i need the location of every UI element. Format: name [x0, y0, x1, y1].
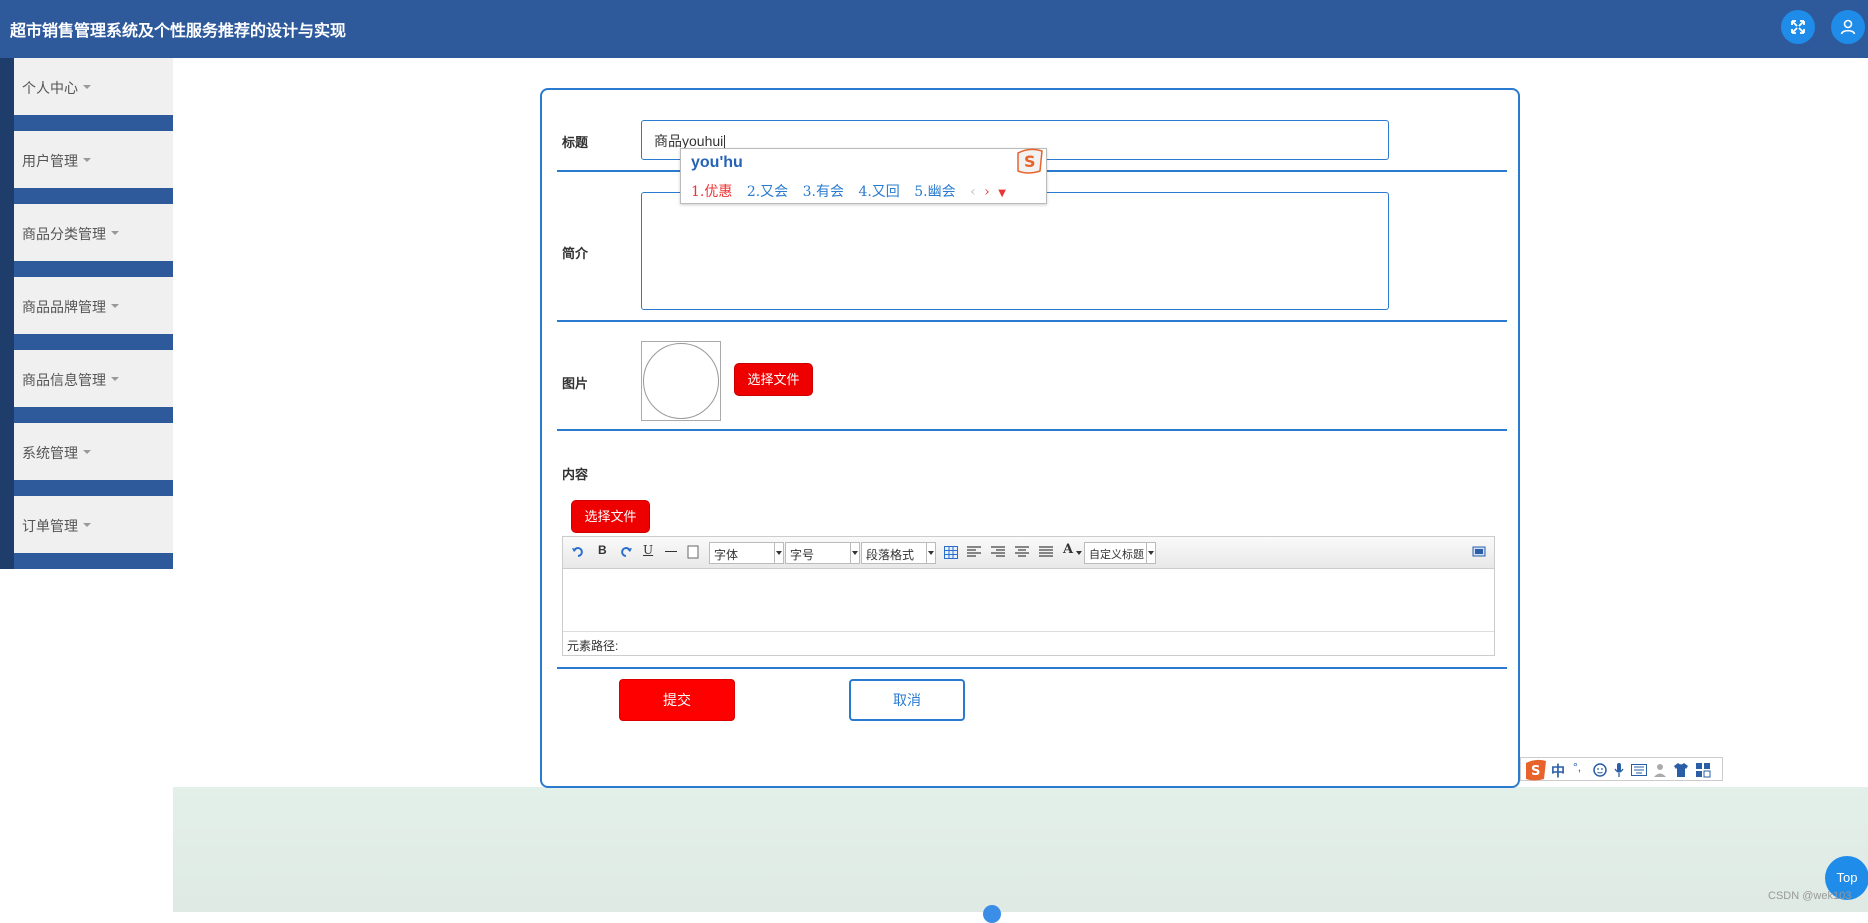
divider	[557, 667, 1507, 669]
caret-down-icon	[111, 231, 119, 236]
ime-logo-icon[interactable]: S	[1523, 758, 1549, 782]
caret-down-icon	[83, 85, 91, 90]
title-input-value: 商品youhui	[654, 133, 724, 149]
sidebar: 个人中心 用户管理 商品分类管理 商品品牌管理 商品信息管理 系统管理 订单管理	[0, 58, 173, 569]
microphone-icon[interactable]	[1613, 762, 1625, 778]
paragraph-format-select-value: 段落格式	[866, 548, 915, 562]
ime-candidate[interactable]: 5.幽会	[914, 184, 955, 200]
sidebar-item-label: 商品分类管理	[22, 226, 106, 242]
intro-textarea[interactable]	[641, 192, 1389, 310]
ime-candidate[interactable]: 4.又回	[858, 184, 899, 200]
font-color-dropdown-icon[interactable]	[1076, 551, 1082, 555]
ime-candidate[interactable]: 1.优惠	[691, 184, 732, 200]
ime-pinyin: you'hu	[691, 154, 743, 171]
watermark: CSDN @wek103	[1768, 890, 1852, 902]
ime-candidate-list: 1.优惠 2.又会 3.有会 4.又回 5.幽会 ‹ › ▼	[691, 181, 1006, 201]
sidebar-item-label: 系统管理	[22, 445, 78, 461]
sidebar-item-label: 商品品牌管理	[22, 299, 106, 315]
image-placeholder-icon	[643, 343, 719, 419]
sidebar-item-system-management[interactable]: 系统管理	[0, 423, 173, 496]
svg-text:S: S	[1531, 764, 1540, 779]
image-preview	[641, 341, 721, 421]
ime-chinese-mode[interactable]: 中	[1551, 761, 1565, 781]
blank-page-icon[interactable]	[687, 545, 699, 559]
sidebar-item-user-management[interactable]: 用户管理	[0, 131, 173, 204]
expand-icon[interactable]: ▼	[998, 188, 1006, 199]
font-size-select-value: 字号	[790, 548, 815, 562]
user-tools-icon[interactable]	[1653, 762, 1667, 778]
underline-button[interactable]: U	[643, 543, 653, 557]
caret-down-icon	[83, 523, 91, 528]
sidebar-item-label: 商品信息管理	[22, 372, 106, 388]
user-icon	[1840, 19, 1856, 35]
redo-icon[interactable]	[619, 545, 633, 559]
ime-toolbar: S 中 °,	[1520, 757, 1723, 781]
image-label: 图片	[562, 376, 589, 391]
toolbox-grid-icon[interactable]	[1695, 762, 1711, 778]
align-center-icon[interactable]	[1015, 546, 1029, 558]
sidebar-item-personal-center[interactable]: 个人中心	[0, 58, 173, 131]
next-page-icon[interactable]: ›	[984, 184, 990, 200]
element-path: 元素路径:	[563, 631, 1494, 655]
fullscreen-icon	[1791, 20, 1805, 34]
user-button[interactable]	[1831, 10, 1865, 44]
caret-down-icon	[111, 377, 119, 382]
caret-down-icon	[111, 304, 119, 309]
paragraph-format-select[interactable]: 段落格式	[861, 542, 936, 564]
svg-text:S: S	[1024, 152, 1036, 171]
align-right-icon[interactable]	[991, 546, 1005, 558]
sidebar-item-label: 个人中心	[22, 80, 78, 96]
ime-candidate[interactable]: 2.又会	[747, 184, 788, 200]
sidebar-item-brand-management[interactable]: 商品品牌管理	[0, 277, 173, 350]
custom-title-select[interactable]: 自定义标题	[1084, 542, 1156, 564]
preview-icon[interactable]	[1472, 545, 1486, 559]
ime-logo-icon: S	[1017, 148, 1043, 174]
sidebar-item-product-management[interactable]: 商品信息管理	[0, 350, 173, 423]
punctuation-icon[interactable]: °,	[1573, 760, 1581, 774]
app-title: 超市销售管理系统及个性服务推荐的设计与实现	[10, 23, 347, 40]
rich-text-editor: B U 字体 字号 段落格式 A 自定义标题 元素路径:	[562, 536, 1495, 656]
sidebar-item-label: 订单管理	[22, 518, 78, 534]
bold-button[interactable]: B	[598, 543, 607, 557]
skin-shirt-icon[interactable]	[1673, 762, 1689, 778]
prev-page-icon[interactable]: ‹	[970, 184, 976, 200]
emoji-icon[interactable]	[1593, 763, 1607, 777]
drag-handle[interactable]	[983, 905, 1001, 923]
cancel-button[interactable]: 取消	[849, 679, 965, 721]
image-choose-file-button[interactable]: 选择文件	[734, 363, 813, 396]
font-size-select[interactable]: 字号	[785, 542, 860, 564]
font-color-button[interactable]: A	[1063, 542, 1073, 557]
editor-toolbar: B U 字体 字号 段落格式 A 自定义标题	[563, 537, 1494, 569]
fullscreen-button[interactable]	[1781, 10, 1815, 44]
align-justify-icon[interactable]	[1039, 546, 1053, 558]
top-header: 超市销售管理系统及个性服务推荐的设计与实现	[0, 0, 1868, 58]
caret-down-icon	[83, 158, 91, 163]
divider	[557, 320, 1507, 322]
content-choose-file-button[interactable]: 选择文件	[571, 500, 650, 533]
undo-icon[interactable]	[571, 545, 585, 559]
align-left-icon[interactable]	[967, 546, 981, 558]
table-icon[interactable]	[944, 546, 958, 559]
page-background	[173, 787, 1868, 912]
caret-down-icon	[83, 450, 91, 455]
content-label: 内容	[562, 467, 589, 482]
divider	[557, 429, 1507, 431]
intro-label: 简介	[562, 246, 589, 261]
horizontal-rule-icon[interactable]	[665, 551, 677, 552]
title-label: 标题	[562, 135, 589, 150]
custom-title-select-value: 自定义标题	[1089, 549, 1144, 561]
ime-candidate-window: you'hu 1.优惠 2.又会 3.有会 4.又回 5.幽会 ‹ › ▼ S	[680, 148, 1047, 204]
submit-button[interactable]: 提交	[619, 679, 735, 721]
ime-candidate[interactable]: 3.有会	[803, 184, 844, 200]
font-family-select[interactable]: 字体	[709, 542, 784, 564]
sidebar-item-category-management[interactable]: 商品分类管理	[0, 204, 173, 277]
font-family-select-value: 字体	[714, 548, 739, 562]
sidebar-item-label: 用户管理	[22, 153, 78, 169]
keyboard-icon[interactable]	[1631, 764, 1647, 776]
sidebar-item-order-management[interactable]: 订单管理	[0, 496, 173, 569]
